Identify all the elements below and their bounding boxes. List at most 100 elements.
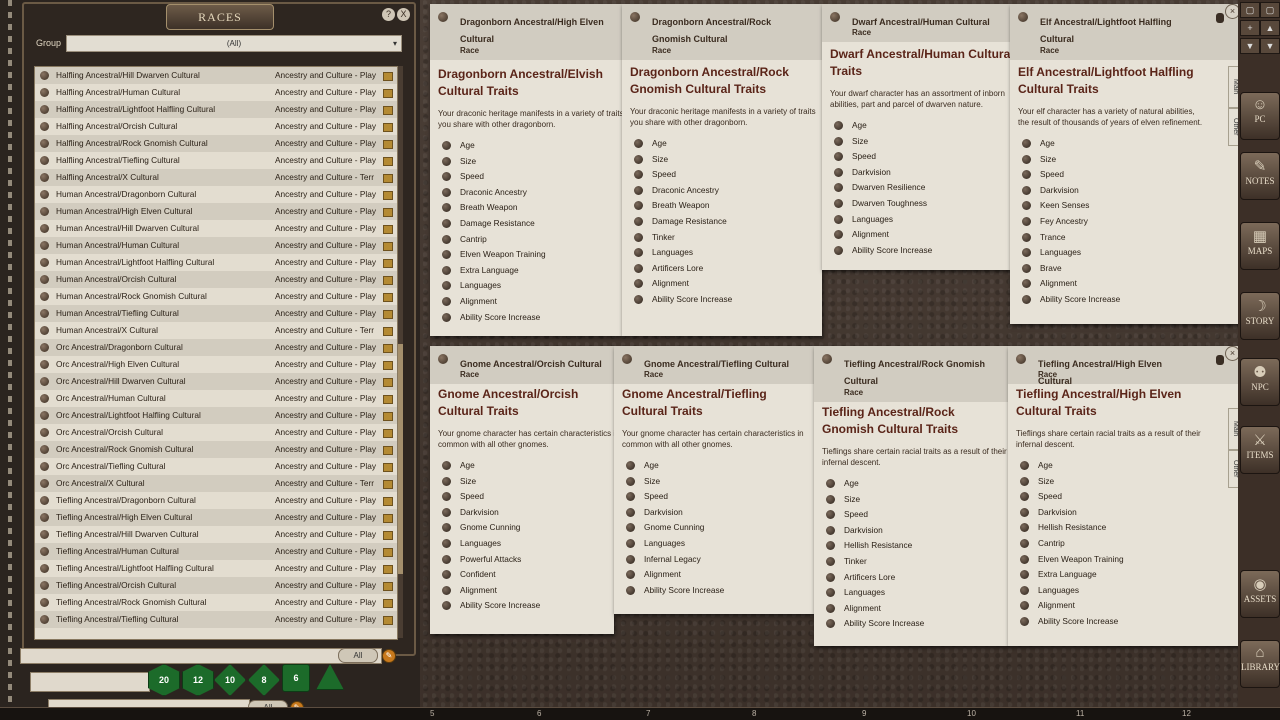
trait-item[interactable]: Extra Language (1020, 567, 1124, 583)
link-dot-icon[interactable] (442, 585, 451, 595)
link-dot-icon[interactable] (626, 507, 635, 517)
trait-item[interactable]: Darkvision (1020, 505, 1124, 521)
link-dot-icon[interactable] (40, 241, 49, 250)
trait-item[interactable]: Artificers Lore (634, 261, 732, 277)
link-dot-icon[interactable] (1022, 248, 1031, 258)
link-dot-icon[interactable] (622, 354, 632, 364)
trait-item[interactable]: Dwarven Resilience (834, 180, 932, 196)
race-list-item[interactable]: Human Ancestral/High Elven Cultural Ances… (35, 203, 397, 220)
race-list-item[interactable]: Halfling Ancestral/Lightfoot Halfling Cu… (35, 101, 397, 118)
race-list-item[interactable]: Orc Ancestral/Orcish Cultural Ancestry an… (35, 424, 397, 441)
link-dot-icon[interactable] (1020, 570, 1029, 580)
link-dot-icon[interactable] (40, 479, 49, 488)
link-dot-icon[interactable] (40, 309, 49, 318)
link-dot-icon[interactable] (40, 564, 49, 573)
sidebar-toolbar-button[interactable]: ▲ (1260, 20, 1280, 36)
race-record-card[interactable]: Gnome Ancestral/Tiefling Cultural Race Gno… (614, 346, 814, 614)
link-dot-icon[interactable] (40, 139, 49, 148)
link-dot-icon[interactable] (40, 615, 49, 624)
sidebar-item-npc[interactable]: ⚉ NPC (1240, 358, 1280, 406)
link-dot-icon[interactable] (40, 207, 49, 216)
trait-item[interactable]: Ability Score Increase (834, 243, 932, 259)
card-header[interactable]: Gnome Ancestral/Tiefling Cultural Race (614, 346, 814, 384)
race-list-item[interactable]: Orc Ancestral/Lightfoot Halfling Cultura… (35, 407, 397, 424)
link-dot-icon[interactable] (1022, 263, 1031, 273)
link-dot-icon[interactable] (634, 185, 643, 195)
trait-item[interactable]: Fey Ancestry (1022, 214, 1120, 230)
link-dot-icon[interactable] (40, 173, 49, 182)
link-dot-icon[interactable] (1020, 523, 1029, 533)
trait-item[interactable]: Languages (1022, 245, 1120, 261)
trait-item[interactable]: Ability Score Increase (626, 583, 724, 599)
trait-item[interactable]: Cantrip (1020, 536, 1124, 552)
link-dot-icon[interactable] (826, 603, 835, 613)
trait-item[interactable]: Ability Score Increase (826, 616, 924, 632)
race-list-item[interactable]: Tiefling Ancestral/Lightfoot Halfling Cu… (35, 560, 397, 577)
link-dot-icon[interactable] (442, 234, 451, 244)
race-list-item[interactable]: Tiefling Ancestral/Orcish Cultural Ancest… (35, 577, 397, 594)
card-header[interactable]: Gnome Ancestral/Orcish Cultural Race (430, 346, 614, 384)
race-list-item[interactable]: Orc Ancestral/Hill Dwarven Cultural Ances… (35, 373, 397, 390)
trait-item[interactable]: Languages (442, 278, 546, 294)
trait-item[interactable]: Hellish Resistance (826, 538, 924, 554)
card-header[interactable]: Dragonborn Ancestral/Rock Gnomish Cultur… (622, 4, 822, 60)
link-dot-icon[interactable] (1018, 12, 1028, 22)
sidebar-toolbar-button[interactable]: ▼ (1240, 38, 1260, 54)
race-record-card[interactable]: Tiefling Ancestral/Rock Gnomish Cultural… (814, 346, 1008, 646)
d12-dice-icon[interactable]: 12 (182, 664, 214, 696)
link-dot-icon[interactable] (1022, 279, 1031, 289)
link-dot-icon[interactable] (442, 461, 451, 470)
link-dot-icon[interactable] (1020, 616, 1029, 626)
link-dot-icon[interactable] (1022, 294, 1031, 304)
link-dot-icon[interactable] (626, 554, 635, 564)
card-header[interactable]: Dwarf Ancestral/Human Cultural Race (822, 4, 1010, 42)
link-dot-icon[interactable] (830, 12, 840, 22)
link-dot-icon[interactable] (626, 523, 635, 533)
link-dot-icon[interactable] (442, 538, 451, 548)
group-select[interactable]: (All) ▾ (66, 35, 402, 52)
race-list-item[interactable]: Orc Ancestral/Human Cultural Ancestry and… (35, 390, 397, 407)
link-dot-icon[interactable] (442, 523, 451, 533)
link-dot-icon[interactable] (1016, 354, 1026, 364)
sidebar-toolbar-button[interactable]: ▢ (1260, 2, 1280, 18)
link-dot-icon[interactable] (1022, 139, 1031, 148)
trait-item[interactable]: Ability Score Increase (1022, 292, 1120, 308)
link-dot-icon[interactable] (442, 296, 451, 306)
trait-item[interactable]: Speed (442, 489, 540, 505)
close-icon[interactable]: X (397, 8, 410, 21)
trait-item[interactable]: Brave (1022, 261, 1120, 277)
trait-item[interactable]: Hellish Resistance (1020, 520, 1124, 536)
link-dot-icon[interactable] (1020, 476, 1029, 486)
races-filter-input[interactable] (20, 648, 382, 664)
link-dot-icon[interactable] (1022, 216, 1031, 226)
trait-item[interactable]: Alignment (1022, 276, 1120, 292)
edit-pencil-icon[interactable]: ✎ (382, 649, 396, 663)
link-dot-icon[interactable] (442, 187, 451, 197)
d20-dice-icon[interactable]: 20 (148, 664, 180, 696)
trait-item[interactable]: Darkvision (834, 165, 932, 181)
link-dot-icon[interactable] (40, 190, 49, 199)
sidebar-item-items[interactable]: ⚔ ITEMS (1240, 426, 1280, 474)
race-list-item[interactable]: Halfling Ancestral/Rock Gnomish Cultural… (35, 135, 397, 152)
sidebar-toolbar-button[interactable]: + (1240, 20, 1260, 36)
link-dot-icon[interactable] (634, 139, 643, 148)
race-list-item[interactable]: Orc Ancestral/Rock Gnomish Cultural Ances… (35, 441, 397, 458)
race-record-card[interactable]: Elf Ancestral/Lightfoot Halfling Cultura… (1010, 4, 1240, 324)
link-dot-icon[interactable] (1020, 507, 1029, 517)
link-dot-icon[interactable] (834, 183, 843, 193)
link-dot-icon[interactable] (442, 141, 451, 150)
race-list-item[interactable]: Tiefling Ancestral/High Elven Cultural An… (35, 509, 397, 526)
link-dot-icon[interactable] (826, 556, 835, 566)
link-dot-icon[interactable] (630, 12, 640, 22)
scrollbar-thumb[interactable] (398, 344, 403, 574)
race-list-item[interactable]: Tiefling Ancestral/Dragonborn Cultural An… (35, 492, 397, 509)
trait-item[interactable]: Infernal Legacy (626, 552, 724, 568)
link-dot-icon[interactable] (442, 507, 451, 517)
link-dot-icon[interactable] (40, 513, 49, 522)
trait-item[interactable]: Size (442, 154, 546, 170)
sidebar-toolbar-button[interactable]: ▢ (1240, 2, 1260, 18)
trait-item[interactable]: Size (442, 474, 540, 490)
sidebar-item-library[interactable]: ⌂ LIBRARY (1240, 640, 1280, 688)
trait-item[interactable]: Size (626, 474, 724, 490)
trait-item[interactable]: Darkvision (626, 505, 724, 521)
